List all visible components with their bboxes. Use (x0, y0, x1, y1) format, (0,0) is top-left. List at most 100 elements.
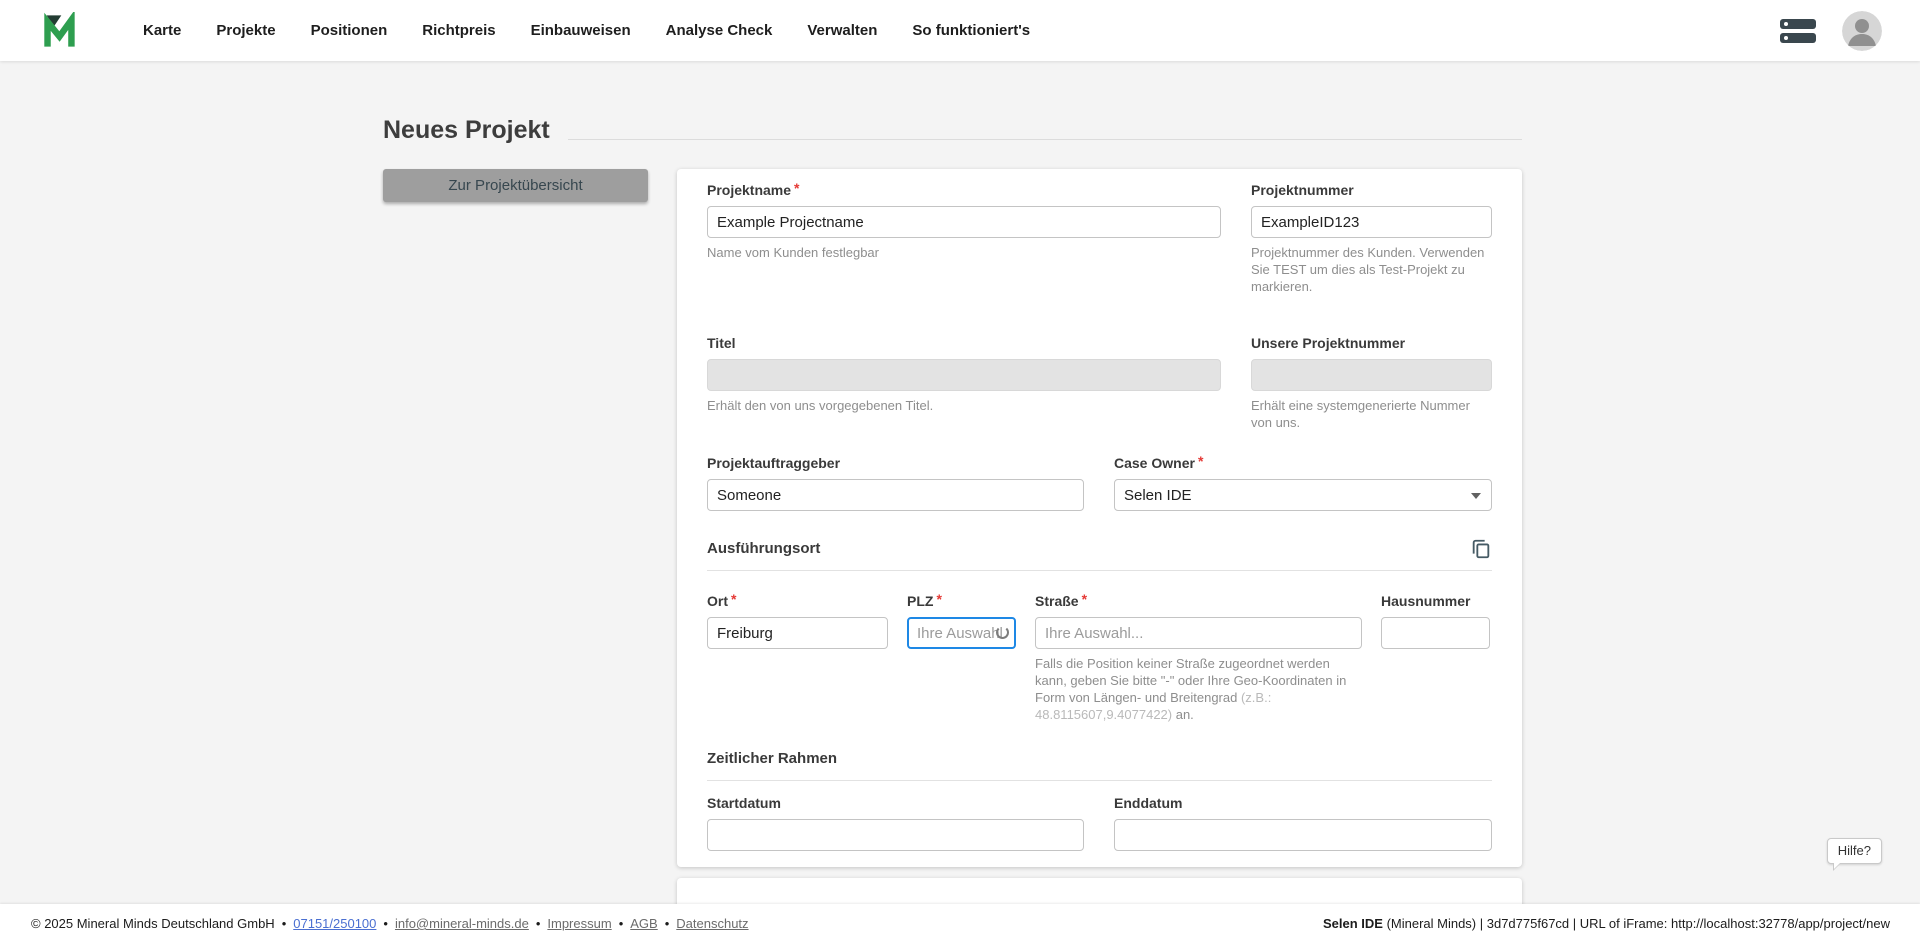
project-form-card: Projektname * Name vom Kunden festlegbar… (677, 169, 1522, 867)
form-row-dates: Startdatum Enddatum (707, 795, 1492, 851)
section-divider (707, 780, 1492, 781)
logo-icon (42, 12, 88, 50)
help-button[interactable]: Hilfe? (1827, 838, 1882, 864)
loading-spinner-icon (996, 626, 1009, 639)
email-link[interactable]: info@mineral-minds.de (395, 916, 529, 931)
page-header: Neues Projekt (383, 116, 1522, 145)
required-asterisk: * (1198, 453, 1203, 469)
navbar-right (1780, 11, 1882, 51)
app-root: Karte Projekte Positionen Richtpreis Ein… (0, 0, 1920, 943)
server-icon (1780, 18, 1816, 44)
startdatum-input[interactable] (707, 819, 1084, 851)
field-hausnummer: Hausnummer (1381, 593, 1490, 723)
footer-left: © 2025 Mineral Minds Deutschland GmbH • … (31, 916, 749, 931)
enddatum-input[interactable] (1114, 819, 1492, 851)
case-owner-select[interactable]: Selen IDE (1114, 479, 1492, 511)
project-overview-button[interactable]: Zur Projektübersicht (383, 169, 648, 202)
projektnummer-label: Projektnummer (1251, 182, 1354, 199)
top-navbar: Karte Projekte Positionen Richtpreis Ein… (0, 0, 1920, 61)
ort-label: Ort (707, 593, 728, 610)
required-asterisk: * (794, 180, 799, 196)
field-unsere-projektnummer: Unsere Projektnummer Erhält eine systemg… (1251, 335, 1492, 431)
copy-location-button[interactable] (1470, 538, 1492, 560)
session-info: Selen IDE (Mineral Minds) | 3d7d775f67cd… (1323, 916, 1890, 931)
field-projektnummer: Projektnummer Projektnummer des Kunden. … (1251, 182, 1492, 295)
strasse-input[interactable] (1035, 617, 1362, 649)
footer: © 2025 Mineral Minds Deutschland GmbH • … (0, 904, 1920, 943)
nav-item-projekte[interactable]: Projekte (216, 22, 275, 39)
field-enddatum: Enddatum (1114, 795, 1492, 851)
separator-bullet: • (282, 916, 287, 931)
field-case-owner: Case Owner * Selen IDE (1114, 455, 1492, 511)
zeitlicher-rahmen-title: Zeitlicher Rahmen (707, 750, 837, 767)
separator-bullet: • (665, 916, 670, 931)
strasse-helper-main: Falls die Position keiner Straße zugeord… (1035, 656, 1346, 705)
projektname-helper: Name vom Kunden festlegbar (707, 244, 1221, 261)
field-ort: Ort * (707, 593, 888, 723)
startdatum-label: Startdatum (707, 795, 781, 812)
title-divider (568, 139, 1522, 140)
page-title: Neues Projekt (383, 116, 550, 145)
unsere-projektnummer-helper: Erhält eine systemgenerierte Nummer von … (1251, 397, 1492, 431)
session-details: (Mineral Minds) | 3d7d775f67cd | URL of … (1383, 916, 1890, 931)
mineral-minds-logo[interactable] (42, 12, 88, 50)
form-row-titel: Titel Erhält den von uns vorgegebenen Ti… (707, 335, 1492, 431)
impressum-link[interactable]: Impressum (547, 916, 611, 931)
case-owner-label: Case Owner (1114, 455, 1195, 472)
separator-bullet: • (536, 916, 541, 931)
form-row-auftraggeber-owner: Projektauftraggeber Case Owner * Selen I… (707, 455, 1492, 511)
form-row-address: Ort * PLZ * Straße * (707, 593, 1492, 723)
hausnummer-label: Hausnummer (1381, 593, 1470, 610)
nav-item-richtpreis[interactable]: Richtpreis (422, 22, 495, 39)
copy-icon (1470, 538, 1492, 560)
nav-item-einbauweisen[interactable]: Einbauweisen (531, 22, 631, 39)
separator-bullet: • (383, 916, 388, 931)
datenschutz-link[interactable]: Datenschutz (676, 916, 748, 931)
projektnummer-helper: Projektnummer des Kunden. Verwenden Sie … (1251, 244, 1492, 295)
unsere-projektnummer-label: Unsere Projektnummer (1251, 335, 1405, 352)
hausnummer-input[interactable] (1381, 617, 1490, 649)
required-asterisk: * (1082, 591, 1087, 607)
field-strasse: Straße * Falls die Position keiner Straß… (1035, 593, 1362, 723)
plz-label: PLZ (907, 593, 933, 610)
server-button[interactable] (1780, 18, 1816, 44)
nav-item-so-funktionierts[interactable]: So funktioniert's (912, 22, 1030, 39)
projektauftraggeber-input[interactable] (707, 479, 1084, 511)
field-projektauftraggeber: Projektauftraggeber (707, 455, 1084, 511)
user-avatar[interactable] (1842, 11, 1882, 51)
strasse-helper-suffix: an. (1172, 707, 1194, 722)
projektname-label: Projektname (707, 182, 791, 199)
titel-helper: Erhält den von uns vorgegebenen Titel. (707, 397, 1221, 414)
copyright-text: © 2025 Mineral Minds Deutschland GmbH (31, 916, 275, 931)
required-asterisk: * (936, 591, 941, 607)
projektnummer-input[interactable] (1251, 206, 1492, 238)
agb-link[interactable]: AGB (630, 916, 657, 931)
avatar-icon (1842, 11, 1882, 51)
nav-item-positionen[interactable]: Positionen (311, 22, 388, 39)
required-asterisk: * (731, 591, 736, 607)
chevron-down-icon (1471, 493, 1481, 499)
phone-link[interactable]: 07151/250100 (293, 916, 376, 931)
ausfuehrungsort-title: Ausführungsort (707, 540, 820, 557)
strasse-label: Straße (1035, 593, 1079, 610)
field-startdatum: Startdatum (707, 795, 1084, 851)
field-titel: Titel Erhält den von uns vorgegebenen Ti… (707, 335, 1221, 431)
section-ausfuehrungsort: Ausführungsort (707, 539, 1492, 558)
enddatum-label: Enddatum (1114, 795, 1182, 812)
field-projektname: Projektname * Name vom Kunden festlegbar (707, 182, 1221, 295)
session-user: Selen IDE (1323, 916, 1383, 931)
field-plz: PLZ * (907, 593, 1016, 723)
strasse-helper: Falls die Position keiner Straße zugeord… (1035, 655, 1362, 723)
projektname-input[interactable] (707, 206, 1221, 238)
case-owner-value: Selen IDE (1124, 487, 1192, 504)
nav-item-karte[interactable]: Karte (143, 22, 181, 39)
form-row-name-number: Projektname * Name vom Kunden festlegbar… (707, 182, 1492, 295)
section-zeitlicher-rahmen: Zeitlicher Rahmen (707, 749, 1492, 768)
nav-item-verwalten[interactable]: Verwalten (807, 22, 877, 39)
ort-input[interactable] (707, 617, 888, 649)
nav-item-analyse-check[interactable]: Analyse Check (666, 22, 773, 39)
main-nav: Karte Projekte Positionen Richtpreis Ein… (143, 22, 1030, 39)
unsere-projektnummer-input (1251, 359, 1492, 391)
titel-input (707, 359, 1221, 391)
titel-label: Titel (707, 335, 736, 352)
